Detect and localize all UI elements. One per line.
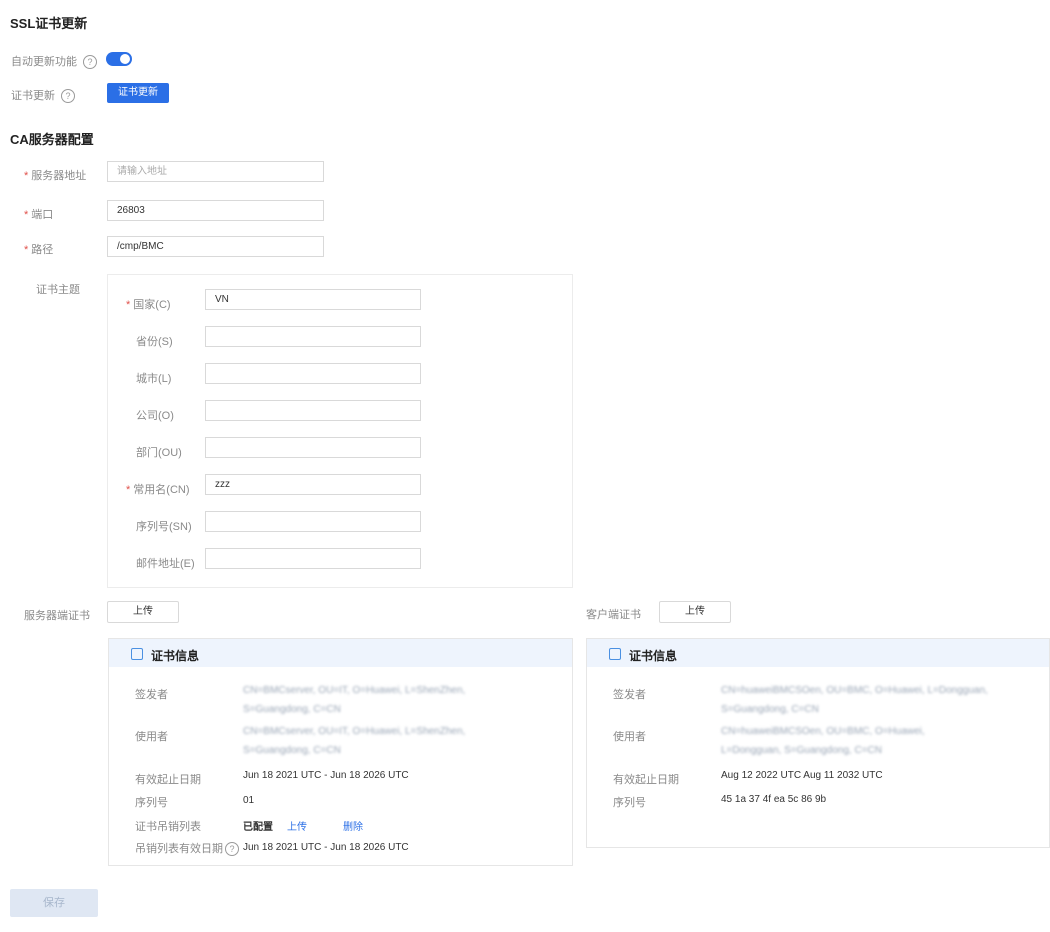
port-label-row: * 端口	[24, 209, 54, 221]
crl-validity-label: 吊销列表有效日期	[135, 843, 223, 855]
server-serial-value: 01	[243, 795, 255, 806]
server-subject-value-2: S=Guangdong, C=CN	[243, 745, 341, 756]
org-input[interactable]	[205, 400, 421, 421]
ca-section-title: CA服务器配置	[10, 132, 94, 147]
cert-update-label: 证书更新	[11, 90, 55, 102]
cert-update-row: 证书更新?	[11, 87, 75, 104]
server-subject-label: 使用者	[135, 731, 168, 743]
server-issuer-label: 签发者	[135, 689, 168, 701]
client-subject-value-2: L=Dongguan, S=Guangdong, C=CN	[721, 745, 882, 756]
unit-label: 部门(OU)	[136, 447, 182, 459]
client-cert-card-title: 证书信息	[629, 649, 678, 663]
city-input[interactable]	[205, 363, 421, 384]
toggle-knob	[120, 54, 130, 64]
client-cert-card: 证书信息 签发者 CN=huaweiBMCSOen, OU=BMC, O=Hua…	[586, 638, 1050, 848]
email-label: 邮件地址(E)	[136, 558, 195, 570]
client-subject-value-1: CN=huaweiBMCSOen, OU=BMC, O=Huawei,	[721, 726, 925, 737]
email-input[interactable]	[205, 548, 421, 569]
certificate-icon	[609, 648, 621, 660]
server-revocation-label: 证书吊销列表	[135, 821, 201, 833]
client-subject-label: 使用者	[613, 731, 646, 743]
org-label: 公司(O)	[136, 410, 174, 422]
state-input[interactable]	[205, 326, 421, 347]
country-input[interactable]: VN	[205, 289, 421, 310]
unit-input[interactable]	[205, 437, 421, 458]
subject-box	[107, 274, 573, 588]
ssl-section-title: SSL证书更新	[10, 16, 88, 31]
save-button[interactable]: 保存	[10, 889, 98, 917]
revocation-status: 已配置	[243, 822, 273, 833]
revocation-delete-link[interactable]: 删除	[343, 818, 363, 833]
client-cert-upload-button[interactable]: 上传	[659, 601, 731, 623]
client-issuer-value-1: CN=huaweiBMCSOen, OU=BMC, O=Huawei, L=Do…	[721, 685, 988, 696]
server-cert-card-title: 证书信息	[151, 649, 200, 663]
country-label-row: * 国家(C)	[126, 299, 171, 311]
cn-label: 常用名(CN)	[133, 484, 190, 496]
server-validity-value: Jun 18 2021 UTC - Jun 18 2026 UTC	[243, 770, 409, 781]
question-circle-icon[interactable]: ?	[61, 89, 75, 104]
crl-validity-label-row: 吊销列表有效日期?	[135, 840, 239, 857]
server-addr-label-row: * 服务器地址	[24, 170, 87, 182]
path-input[interactable]: /cmp/BMC	[107, 236, 324, 257]
crl-validity-value: Jun 18 2021 UTC - Jun 18 2026 UTC	[243, 842, 409, 853]
auto-update-toggle[interactable]	[106, 52, 132, 66]
port-label: 端口	[31, 209, 54, 221]
server-serial-label: 序列号	[135, 797, 168, 809]
auto-update-row: 自动更新功能?	[11, 53, 97, 70]
server-cert-upload-button[interactable]: 上传	[107, 601, 179, 623]
revocation-upload-link[interactable]: 上传	[287, 818, 307, 833]
certificate-icon	[131, 648, 143, 660]
country-label: 国家(C)	[133, 299, 171, 311]
serial-input[interactable]	[205, 511, 421, 532]
server-subject-value-1: CN=BMCserver, OU=IT, O=Huawei, L=ShenZhe…	[243, 726, 466, 737]
client-cert-label: 客户端证书	[586, 609, 641, 621]
server-address-input[interactable]: 请输入地址	[107, 161, 324, 182]
port-input[interactable]: 26803	[107, 200, 324, 221]
client-serial-label: 序列号	[613, 797, 646, 809]
client-issuer-label: 签发者	[613, 689, 646, 701]
serial-sn-label: 序列号(SN)	[136, 521, 192, 533]
state-label: 省份(S)	[136, 336, 173, 348]
server-cert-card: 证书信息 签发者 CN=BMCserver, OU=IT, O=Huawei, …	[108, 638, 573, 866]
subject-label: 证书主题	[36, 284, 80, 296]
server-validity-label: 有效起止日期	[135, 774, 201, 786]
server-cert-label: 服务器端证书	[24, 610, 90, 622]
cn-label-row: * 常用名(CN)	[126, 484, 190, 496]
server-issuer-value-2: S=Guangdong, C=CN	[243, 704, 341, 715]
path-label: 路径	[31, 244, 54, 256]
server-addr-label: 服务器地址	[31, 170, 87, 182]
path-label-row: * 路径	[24, 244, 54, 256]
cn-input[interactable]: zzz	[205, 474, 421, 495]
city-label: 城市(L)	[136, 373, 172, 385]
client-validity-label: 有效起止日期	[613, 774, 679, 786]
client-issuer-value-2: S=Guangdong, C=CN	[721, 704, 819, 715]
server-issuer-value-1: CN=BMCserver, OU=IT, O=Huawei, L=ShenZhe…	[243, 685, 466, 696]
cert-update-button[interactable]: 证书更新	[107, 83, 169, 103]
auto-update-label: 自动更新功能	[11, 56, 77, 68]
question-circle-icon[interactable]: ?	[225, 842, 239, 857]
client-serial-value: 45 1a 37 4f ea 5c 86 9b	[721, 794, 827, 805]
question-circle-icon[interactable]: ?	[83, 55, 97, 70]
client-validity-value: Aug 12 2022 UTC Aug 11 2032 UTC	[721, 770, 883, 781]
